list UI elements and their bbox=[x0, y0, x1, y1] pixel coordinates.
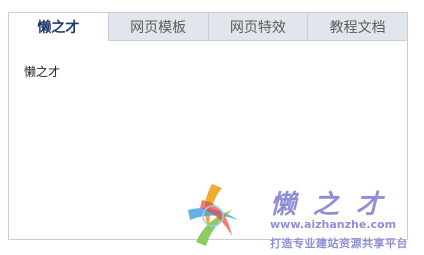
watermark-slogan: 打造专业建站资源共享平台 bbox=[270, 237, 408, 250]
tab-web-templates[interactable]: 网页模板 bbox=[108, 13, 209, 41]
tab-bar: 懒之才 网页模板 网页特效 教程文档 bbox=[8, 12, 408, 41]
watermark-title: 懒之才 bbox=[270, 190, 400, 220]
tab-lanzhicai[interactable]: 懒之才 bbox=[9, 13, 109, 41]
watermark: 懒之才 www.aizhanzhe.com 打造专业建站资源共享平台 bbox=[180, 178, 424, 255]
tab-tutorial-docs[interactable]: 教程文档 bbox=[308, 13, 407, 41]
tab-web-effects[interactable]: 网页特效 bbox=[208, 13, 309, 41]
star-swirl-logo-icon bbox=[188, 184, 238, 246]
panel-content: 懒之才 bbox=[24, 65, 61, 79]
watermark-url: www.aizhanzhe.com bbox=[270, 218, 397, 231]
